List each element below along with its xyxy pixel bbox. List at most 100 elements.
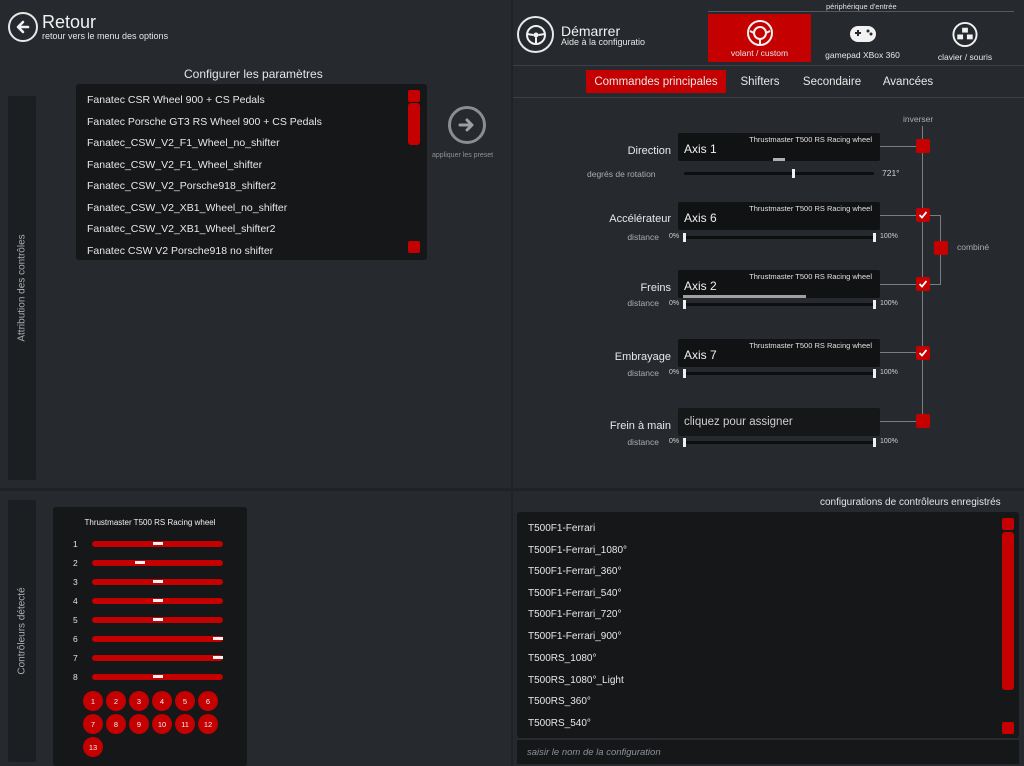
header-divider [513,65,1024,66]
list-item[interactable]: Fanatec_CSW_V2_F1_Wheel_no_shifter [87,137,280,149]
clutch-axis-box[interactable]: Thrustmaster T500 RS Racing wheel Axis 7 [678,339,880,367]
scroll-down-button[interactable] [408,241,420,253]
device-wheel-button[interactable]: volant / custom [708,14,811,62]
apply-preset-button[interactable] [448,106,486,144]
steering-wheel-icon [525,24,546,45]
brake-min: 0% [669,300,680,307]
invert-connector [922,126,923,422]
controller-button-indicator: 8 [106,714,126,734]
arrow-right-icon [458,118,474,132]
rotation-slider-handle[interactable] [792,169,796,178]
back-button[interactable] [8,12,38,42]
list-item[interactable]: T500RS_540° [528,718,591,729]
back-title[interactable]: Retour [42,12,96,33]
combined-label: combiné [957,242,990,252]
brake-min-handle[interactable] [683,300,686,309]
accel-distance-slider[interactable] [684,236,876,239]
scrollbar-thumb[interactable] [408,103,420,145]
accel-max-handle[interactable] [873,233,876,242]
start-button[interactable] [517,16,554,53]
axis-number: 7 [73,653,78,663]
brake-axis-box[interactable]: Thrustmaster T500 RS Racing wheel Axis 2 [678,270,880,298]
brake-device: Thrustmaster T500 RS Racing wheel [749,272,872,281]
list-item[interactable]: T500F1-Ferrari_540° [528,588,621,599]
list-item[interactable]: T500F1-Ferrari_720° [528,609,621,620]
keyboard-mouse-icon [952,21,978,48]
invert-clutch-checkbox[interactable] [916,346,930,360]
clutch-max-handle[interactable] [873,369,876,378]
tabs-divider [513,97,1024,98]
scroll-up-button[interactable] [1002,518,1014,530]
clutch-distance-slider[interactable] [684,372,876,375]
controller-button-indicator: 11 [175,714,195,734]
axis-number: 3 [73,577,78,587]
list-item[interactable]: Fanatec_CSW_V2_Porsche918_shifter2 [87,180,276,192]
handbrake-axis-box[interactable]: cliquez pour assigner [678,408,880,436]
list-item[interactable]: Fanatec_CSW_V2_XB1_Wheel_no_shifter [87,202,287,214]
back-arrow-icon [16,20,30,34]
list-item[interactable]: Fanatec Porsche GT3 RS Wheel 900 + CS Pe… [87,116,322,128]
tab-main-controls[interactable]: Commandes principales [586,70,726,93]
controls-assignment-tab[interactable]: Attribution des contrôles [8,96,36,480]
invert-accel-checkbox[interactable] [916,208,930,222]
detected-controllers-tab[interactable]: Contrôleurs détecté [8,500,36,762]
direction-axis-box[interactable]: Thrustmaster T500 RS Racing wheel Axis 1 [678,133,880,161]
axis-position-marker [152,580,163,583]
invert-direction-checkbox[interactable] [916,139,930,153]
scroll-down-button[interactable] [1002,722,1014,734]
handbrake-max: 100% [880,438,898,445]
accel-axis-box[interactable]: Thrustmaster T500 RS Racing wheel Axis 6 [678,202,880,230]
invert-brake-checkbox[interactable] [916,277,930,291]
list-item[interactable]: T500RS_1080°_Light [528,675,624,686]
controller-button-indicator: 9 [129,714,149,734]
tab-secondary[interactable]: Secondaire [796,70,868,93]
check-icon [918,349,928,357]
brake-max-handle[interactable] [873,300,876,309]
direction-axis-indicator [773,158,785,161]
accel-max: 100% [880,233,898,240]
list-item[interactable]: T500F1-Ferrari_1080° [528,545,627,556]
list-item[interactable]: T500RS_360° [528,696,591,707]
handbrake-max-handle[interactable] [873,438,876,447]
device-keyboard-button[interactable]: clavier / souris [915,14,1015,62]
device-gamepad-button[interactable]: gamepad XBox 360 [815,14,910,62]
axis-bar [92,655,223,661]
combined-checkbox[interactable] [934,241,948,255]
brake-distance-slider[interactable] [684,303,876,306]
list-item[interactable]: T500RS_1080° [528,653,597,664]
axis-number: 1 [73,539,78,549]
clutch-distance-label: distance [627,368,659,378]
list-item[interactable]: Fanatec CSR Wheel 900 + CS Pedals [87,94,265,106]
controller-button-indicator: 6 [198,691,218,711]
axis-position-marker [152,542,163,545]
scrollbar-thumb[interactable] [1002,532,1014,690]
clutch-min-handle[interactable] [683,369,686,378]
tab-advanced[interactable]: Avancées [876,70,940,93]
handbrake-distance-slider[interactable] [684,441,876,444]
back-subtitle: retour vers le menu des options [42,31,169,41]
axis-position-marker [152,618,163,621]
list-item[interactable]: Fanatec_CSW_V2_XB1_Wheel_shifter2 [87,223,276,235]
connector-brake [880,284,916,285]
tab-shifters[interactable]: Shifters [732,70,788,93]
connector-clutch [880,352,916,353]
accel-min-handle[interactable] [683,233,686,242]
controls-assignment-tab-label: Attribution des contrôles [16,234,28,342]
scroll-up-button[interactable] [408,90,420,102]
handbrake-min-handle[interactable] [683,438,686,447]
combined-connector-bottom [930,284,940,285]
list-item[interactable]: Fanatec_CSW_V2_F1_Wheel_shifter [87,159,262,171]
preset-list[interactable]: Fanatec CSR Wheel 900 + CS Pedals Fanate… [76,84,427,260]
config-name-input[interactable]: saisir le nom de la configuration [517,740,1019,764]
list-item[interactable]: T500F1-Ferrari_900° [528,631,621,642]
list-item[interactable]: T500F1-Ferrari [528,523,595,534]
saved-configs-title: configurations de contrôleurs enregistré… [820,497,1001,508]
axis-number: 8 [73,672,78,682]
list-item[interactable]: T500F1-Ferrari_360° [528,566,621,577]
axis-bar [92,541,223,547]
list-item[interactable]: Fanatec CSW V2 Porsche918 no shifter [87,245,273,257]
axis-bar [92,598,223,604]
rotation-slider[interactable] [684,172,874,175]
axis-bar [92,617,223,623]
invert-handbrake-checkbox[interactable] [916,414,930,428]
